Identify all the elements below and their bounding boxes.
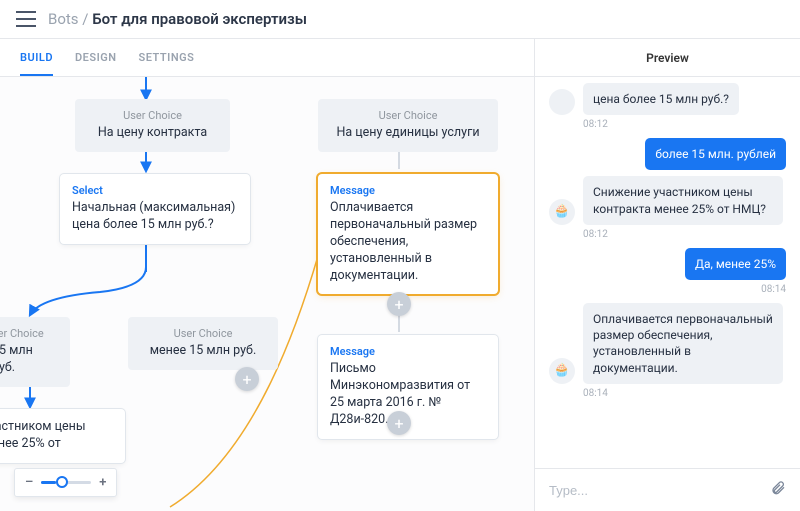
menu-icon[interactable] [16, 11, 36, 27]
timestamp: 08:14 [583, 388, 786, 399]
node-choice-more-15[interactable]: ser Choice 15 млн руб. [0, 317, 70, 387]
timestamp: 08:12 [583, 119, 786, 130]
chat-log: цена более 15 млн руб.? 08:12 более 15 м… [535, 77, 800, 468]
breadcrumb-current: Бот для правовой экспертизы [92, 10, 307, 28]
zoom-out-icon[interactable]: – [25, 475, 33, 490]
node-select-reduce[interactable]: участником цены менее 25% от [0, 409, 125, 463]
composer [535, 468, 800, 511]
chat-message-user: Да, менее 25% [549, 248, 786, 280]
bot-avatar-icon: 🧁 [549, 199, 575, 225]
chat-input[interactable] [549, 483, 760, 498]
flow-canvas[interactable]: User Choice На цену контракта User Choic… [0, 77, 534, 511]
chat-message-user: более 15 млн. рублей [549, 138, 786, 170]
add-node-button[interactable]: + [387, 411, 411, 435]
chat-message-bot: 🧁 Снижение участником цены контракта мен… [549, 176, 786, 224]
node-choice-unit-price[interactable]: User Choice На цену единицы услуги [318, 99, 498, 152]
preview-title: Preview [534, 39, 800, 76]
timestamp: 08:12 [583, 229, 786, 240]
tab-settings[interactable]: SETTINGS [139, 39, 195, 76]
tab-build[interactable]: BUILD [20, 39, 53, 76]
zoom-slider[interactable] [41, 481, 91, 484]
bot-avatar-icon [549, 89, 575, 115]
node-choice-contract-price[interactable]: User Choice На цену контракта [75, 99, 230, 152]
node-choice-less-15[interactable]: User Choice менее 15 млн руб. [128, 317, 278, 370]
node-select-nmc[interactable]: Select Начальная (максимальная) цена бол… [60, 174, 250, 244]
breadcrumb: Bots / Бот для правовой экспертизы [48, 10, 307, 28]
preview-panel: цена более 15 млн руб.? 08:12 более 15 м… [534, 77, 800, 511]
zoom-in-icon[interactable]: + [99, 475, 106, 490]
tab-design[interactable]: DESIGN [75, 39, 117, 76]
breadcrumb-root[interactable]: Bots [48, 10, 79, 28]
zoom-thumb[interactable] [56, 476, 68, 488]
bot-avatar-icon: 🧁 [549, 358, 575, 384]
add-node-button[interactable]: + [387, 292, 411, 316]
attach-icon[interactable] [770, 479, 786, 501]
top-bar: Bots / Бот для правовой экспертизы [0, 0, 800, 39]
node-message-paid[interactable]: Message Оплачивается первоначальный разм… [318, 174, 498, 294]
timestamp: 08:14 [549, 284, 786, 295]
zoom-control[interactable]: – + [14, 468, 117, 497]
add-node-button[interactable]: + [235, 367, 259, 391]
chat-message-bot: цена более 15 млн руб.? [549, 83, 786, 115]
chat-message-bot: 🧁 Оплачивается первоначальный размер обе… [549, 303, 786, 384]
tabs-row: BUILD DESIGN SETTINGS Preview [0, 39, 800, 77]
